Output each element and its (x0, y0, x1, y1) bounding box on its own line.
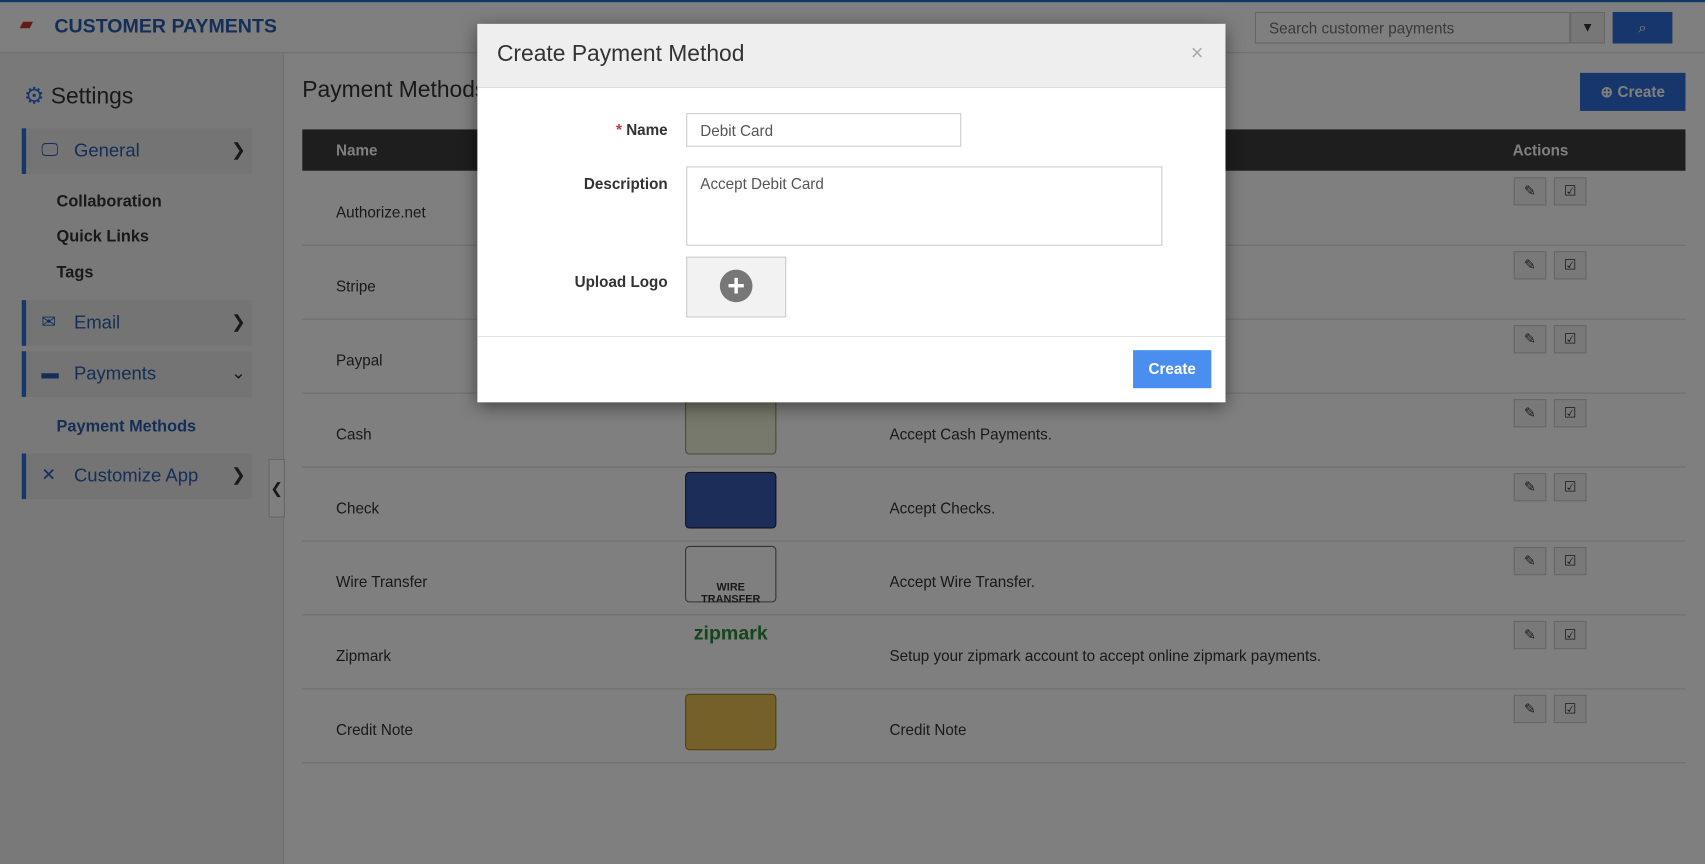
upload-logo-label: Upload Logo (574, 272, 668, 291)
modal-header: Create Payment Method × (477, 23, 1226, 89)
plus-icon: + (719, 269, 753, 303)
modal-title: Create Payment Method (496, 41, 745, 67)
name-field[interactable] (686, 113, 962, 147)
modal-footer-divider (477, 336, 1226, 338)
description-field[interactable]: Accept Debit Card (686, 166, 1163, 246)
name-label-text: Name (626, 120, 668, 139)
create-payment-method-modal: Create Payment Method × * Name Descripti… (477, 23, 1226, 403)
description-label: Description (583, 175, 668, 193)
name-label: * Name (477, 120, 668, 139)
close-icon[interactable]: × (1191, 41, 1204, 66)
modal-create-button[interactable]: Create (1133, 350, 1212, 389)
required-mark: * (616, 120, 622, 139)
upload-logo-button[interactable]: + (686, 256, 787, 318)
